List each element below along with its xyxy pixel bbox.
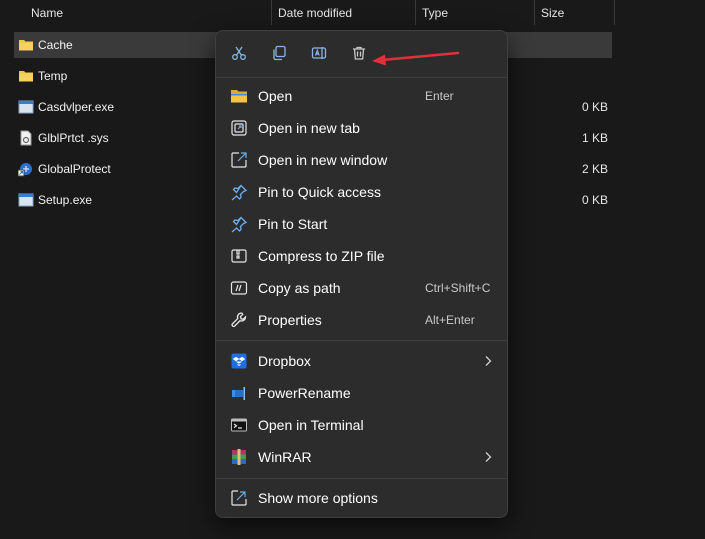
menu-item-show-more-options[interactable]: Show more options [220,482,503,514]
menu-item-label: Open [258,88,293,104]
menu-divider [216,478,507,479]
menu-item-label: Pin to Start [258,216,328,232]
menu-item-label: Copy as path [258,280,341,296]
powerrename-icon [232,387,245,400]
file-name: Cache [38,38,73,52]
dropbox-icon [231,353,247,369]
column-size[interactable]: Size [541,0,564,25]
menu-item-properties[interactable]: Properties Alt+Enter [220,304,503,336]
winrar-icon [232,449,246,465]
delete-icon [353,46,365,60]
show-more-icon [231,490,247,506]
rename-icon [311,47,327,59]
file-name: Setup.exe [38,193,93,207]
column-header: Name ⌃ Date modified Type Size [0,0,705,25]
terminal-icon [231,418,247,432]
file-size: 1 KB [581,131,608,145]
folder-icon [19,40,33,51]
menu-item-shortcut: Alt+Enter [425,313,475,327]
file-name: GlobalProtect [38,162,111,176]
menu-item-label: PowerRename [258,385,351,401]
file-size: 0 KB [581,100,608,114]
pin-icon [231,184,248,201]
zip-icon [231,249,247,263]
menu-item-label: Open in new tab [258,120,360,136]
cut-icon [232,46,246,60]
pin-icon [231,216,248,233]
folder-icon [19,71,33,82]
annotation-arrow [372,51,460,66]
menu-item-shortcut: Enter [425,89,454,103]
chevron-right-icon [485,452,492,462]
sort-ascending-icon: ⌃ [143,0,152,7]
menu-item-dropbox[interactable]: Dropbox [220,345,503,377]
column-divider[interactable] [614,0,615,25]
menu-divider [216,340,507,341]
menu-item-label: Dropbox [258,353,311,369]
column-divider[interactable] [415,0,416,25]
file-name: Casdvlper.exe [38,100,115,114]
menu-item-pin-start[interactable]: Pin to Start [220,208,503,240]
column-date-modified[interactable]: Date modified [278,0,352,25]
new-tab-icon [231,120,247,136]
cut-button[interactable] [224,39,254,67]
menu-item-winrar[interactable]: WinRAR [220,441,503,473]
column-type[interactable]: Type [422,0,448,25]
file-size: 2 KB [581,162,608,176]
menu-divider [216,77,507,78]
folder-open-icon [231,90,247,103]
context-menu: Open Enter Open in new tab Open in new w… [215,30,508,518]
menu-item-open-new-window[interactable]: Open in new window [220,144,503,176]
copy-path-icon [230,281,248,295]
copy-icon [273,45,286,61]
column-name[interactable]: Name [31,0,63,25]
chevron-right-icon [485,356,492,366]
exe-icon [18,193,34,207]
wrench-icon [231,312,247,328]
menu-item-label: Pin to Quick access [258,184,381,200]
menu-item-label: Compress to ZIP file [258,248,385,264]
menu-item-label: Show more options [258,490,378,506]
file-size: 0 KB [581,193,608,207]
menu-item-powerrename[interactable]: PowerRename [220,377,503,409]
column-divider[interactable] [271,0,272,25]
menu-item-open[interactable]: Open Enter [220,80,503,112]
menu-item-pin-quick-access[interactable]: Pin to Quick access [220,176,503,208]
rename-button[interactable] [304,39,334,67]
column-divider[interactable] [534,0,535,25]
menu-item-label: Open in new window [258,152,388,168]
exe-icon [18,100,34,114]
menu-item-shortcut: Ctrl+Shift+C [425,281,491,295]
menu-item-open-new-tab[interactable]: Open in new tab [220,112,503,144]
menu-item-label: WinRAR [258,449,312,465]
file-name: Temp [38,69,68,83]
menu-item-label: Open in Terminal [258,417,364,433]
menu-item-copy-path[interactable]: Copy as path Ctrl+Shift+C [220,272,503,304]
menu-item-label: Properties [258,312,322,328]
shortcut-icon [18,163,32,177]
sys-file-icon [20,130,32,146]
new-window-icon [231,152,247,168]
file-name: GlblPrtct .sys [38,131,109,145]
menu-item-compress-zip[interactable]: Compress to ZIP file [220,240,503,272]
copy-button[interactable] [264,39,294,67]
menu-item-open-terminal[interactable]: Open in Terminal [220,409,503,441]
